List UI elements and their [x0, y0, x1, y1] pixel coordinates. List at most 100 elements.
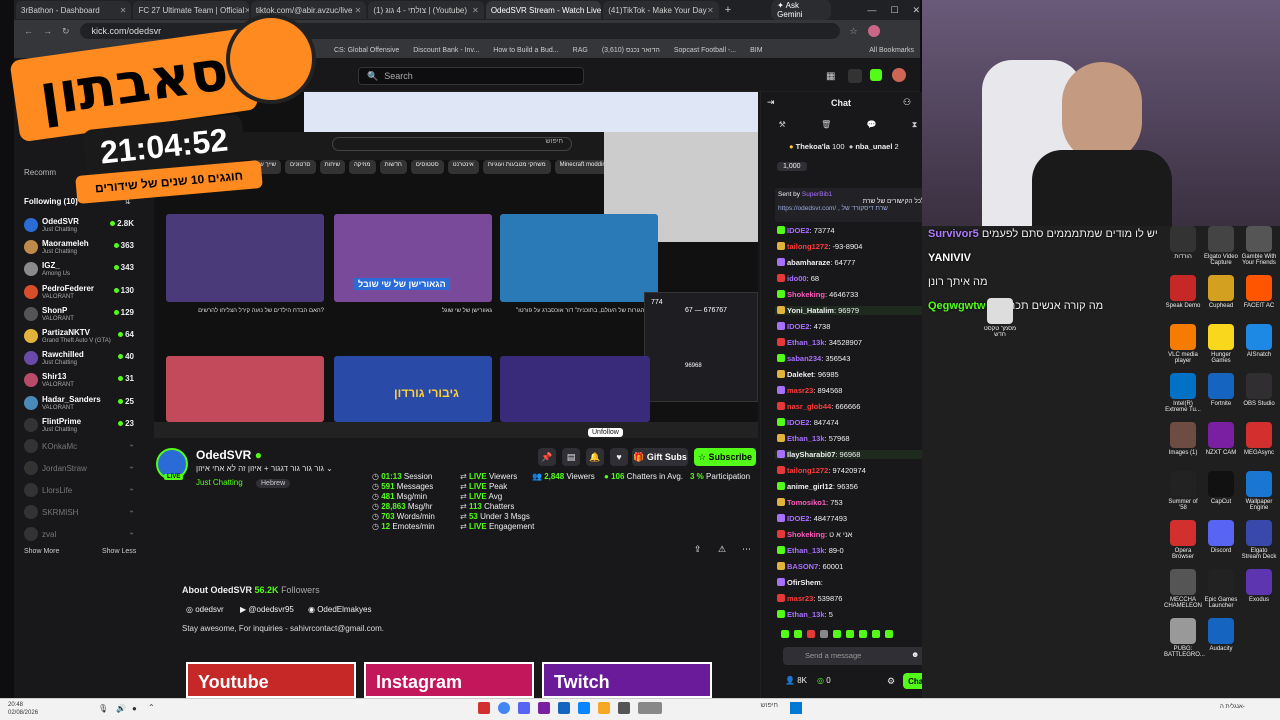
video-thumbnail[interactable]: הגאורישן של שי שובל — [334, 214, 492, 302]
desktop-app-icon[interactable]: Images (1) — [1164, 422, 1202, 456]
youtube-search-input[interactable]: חיפוש — [332, 137, 572, 151]
chat-message[interactable]: masr23: 894568 — [777, 386, 842, 395]
kick-logo-icon[interactable] — [870, 69, 882, 81]
desktop-app-icon[interactable]: Cuphead — [1202, 275, 1240, 309]
chevron-down-icon[interactable]: ⌄ — [326, 464, 333, 473]
steam-icon[interactable] — [558, 702, 570, 714]
sidebar-item-followed-channel[interactable]: Shir13 VALORANT 31 — [20, 371, 138, 393]
video-thumbnail[interactable]: גיבורי גורדון — [334, 356, 492, 422]
desktop-app-icon[interactable]: Epic Games Launcher — [1202, 569, 1240, 609]
emote-icon[interactable] — [859, 630, 867, 638]
chat-username[interactable]: BASON7 — [787, 562, 818, 571]
bookmark-item[interactable]: RAG — [573, 47, 588, 54]
chat-username[interactable]: tailong1272 — [787, 466, 828, 475]
chat-message[interactable]: Tomosiko1: 753 — [777, 498, 843, 507]
panel-youtube[interactable]: Youtube — [186, 662, 356, 698]
chat-username[interactable]: Ethan_13k — [787, 434, 825, 443]
more-icon[interactable]: ⋯ — [742, 544, 751, 555]
taskbar-clock[interactable]: 20:48 02/08/2026 — [8, 701, 38, 717]
chat-username[interactable]: masr23 — [787, 386, 813, 395]
category-link[interactable]: Just Chatting — [196, 478, 243, 487]
unfollow-heart-icon[interactable]: ♥ — [610, 448, 628, 466]
sidebar-item-followed-channel[interactable]: OdedSVR Just Chatting 2.8K — [20, 216, 138, 238]
points-count[interactable]: ◎ 0 — [817, 676, 831, 685]
chat-message[interactable]: IDOE2: 48477493 — [777, 514, 847, 523]
close-icon[interactable]: ✕ — [355, 6, 362, 15]
discord-icon[interactable] — [518, 702, 530, 714]
close-icon[interactable]: ✕ — [472, 6, 479, 15]
desktop-app-icon[interactable]: Elgato Video Capture — [1202, 226, 1240, 266]
chat-settings-gear-icon[interactable]: ⚙ — [887, 676, 895, 687]
panel-twitch[interactable]: Twitch — [542, 662, 712, 698]
sidebar-item-followed-channel[interactable]: PartizaNKTV Grand Theft Auto V (GTA) 64 — [20, 327, 138, 349]
chat-username[interactable]: tailong1272 — [787, 242, 828, 251]
desktop-app-icon[interactable]: Fortnite — [1202, 373, 1240, 407]
youtube-chip[interactable]: סטטוסים — [410, 160, 444, 174]
chat-input[interactable]: Send a message — [783, 647, 931, 665]
desktop-app-icon[interactable]: NZXT CAM — [1202, 422, 1240, 456]
emote-icon[interactable] — [794, 630, 802, 638]
chat-username[interactable]: Shokeking — [787, 290, 825, 299]
video-title[interactable]: האם הבדח הילדים של נועה קירל הצליחו להרש… — [166, 308, 324, 314]
chat-message[interactable]: Ethan_13k: 5 — [777, 610, 833, 619]
emote-icon[interactable] — [820, 630, 828, 638]
bubble-icon[interactable]: 💬 — [866, 120, 876, 136]
chat-message[interactable]: tailong1272: -93-8904 — [777, 242, 862, 251]
desktop-app-icon[interactable]: Gamble With Your Friends — [1240, 226, 1278, 266]
chat-username[interactable]: IDOE2 — [787, 418, 810, 427]
chat-username[interactable]: nasr_glob44 — [787, 402, 831, 411]
report-icon[interactable]: ⚠ — [718, 544, 726, 555]
video-thumbnail[interactable] — [166, 356, 324, 422]
trash-icon[interactable]: 🗑 — [821, 120, 831, 136]
chat-message[interactable]: ido00: 68 — [777, 274, 819, 283]
new-text-file-icon[interactable]: מסמך טקסט חדש — [978, 298, 1022, 338]
search-input[interactable]: 🔍 Search — [358, 67, 584, 85]
sidebar-item-offline-channel[interactable]: LlorsLife ◒ — [20, 481, 138, 503]
mic-icon[interactable]: 🎙 — [98, 704, 108, 713]
chat-username[interactable]: Ethan_13k — [787, 338, 825, 347]
desktop-app-icon[interactable]: FACEIT AC — [1240, 275, 1278, 309]
chat-message[interactable]: anime_girl12: 96356 — [777, 482, 858, 491]
desktop-app-icon[interactable]: Discord — [1202, 520, 1240, 554]
new-tab-icon[interactable]: + — [725, 4, 731, 16]
emote-icon[interactable] — [846, 630, 854, 638]
sidebar-item-offline-channel[interactable]: JordanStraw ◒ — [20, 459, 138, 481]
chat-username[interactable]: anime_girl12 — [787, 482, 833, 491]
edge-icon[interactable] — [578, 702, 590, 714]
avatar[interactable] — [892, 68, 906, 82]
chat-username[interactable]: IDOE2 — [787, 514, 810, 523]
chat-message[interactable]: abamharaze: 64777 — [777, 258, 855, 267]
chat-username[interactable]: saban234 — [787, 354, 821, 363]
bookmark-item[interactable]: (3,610) הדואר נכנס — [602, 47, 660, 54]
chat-username[interactable]: IDOE2 — [787, 322, 810, 331]
chat-username[interactable]: Yoni_Hatalim — [787, 306, 834, 315]
chat-message[interactable]: IDOE2: 847474 — [777, 418, 839, 427]
chat-message[interactable]: masr23: 539876 — [777, 594, 842, 603]
social-instagram[interactable]: ◎ odedsvr — [186, 605, 224, 614]
browser-tab[interactable]: (1) צולתי - 4 גוג | (Youtube) ✕ — [368, 1, 484, 19]
grid-icon[interactable]: ▦ — [826, 71, 835, 82]
sidebar-item-followed-channel[interactable]: IGZ_ Among Us 343 — [20, 260, 138, 282]
bookmark-item[interactable]: BIM — [750, 47, 762, 54]
announcement-link[interactable]: https://odedsvr.com/ , שרת דיסקורד של — [778, 205, 928, 212]
chat-message[interactable]: OfirShem: — [777, 578, 823, 587]
explorer-icon[interactable] — [598, 702, 610, 714]
chat-message[interactable]: BASON7: 60001 — [777, 562, 843, 571]
desktop-app-icon[interactable]: Summer of '58 — [1164, 471, 1202, 511]
chat-message[interactable]: saban234: 356543 — [777, 354, 850, 363]
youtube-chip[interactable]: חדשות — [379, 160, 407, 174]
chat-message[interactable]: Daleket: 96985 — [777, 370, 839, 379]
app-icon[interactable] — [618, 702, 630, 714]
chat-username[interactable]: masr23 — [787, 594, 813, 603]
chat-message[interactable]: tailong1272: 97420974 — [777, 466, 866, 475]
social-discord[interactable]: ◉ OdedElmakyes — [308, 605, 371, 614]
sidebar-item-followed-channel[interactable]: PedroFederer VALORANT 130 — [20, 283, 138, 305]
sidebar-item-offline-channel[interactable]: KOnkaMc ◒ — [20, 437, 138, 459]
close-icon[interactable]: ✕ — [707, 6, 714, 15]
taskbar-search[interactable]: חיפוש — [708, 702, 778, 716]
desktop-app-icon[interactable]: Opera Browser — [1164, 520, 1202, 560]
chat-message[interactable]: Ethan_13k: 57968 — [777, 434, 850, 443]
ask-gemini-button[interactable]: ✦ Ask Gemini — [771, 0, 832, 21]
chat-username[interactable]: Ethan_13k — [787, 546, 825, 555]
clip-button[interactable]: ▤ — [562, 448, 580, 466]
